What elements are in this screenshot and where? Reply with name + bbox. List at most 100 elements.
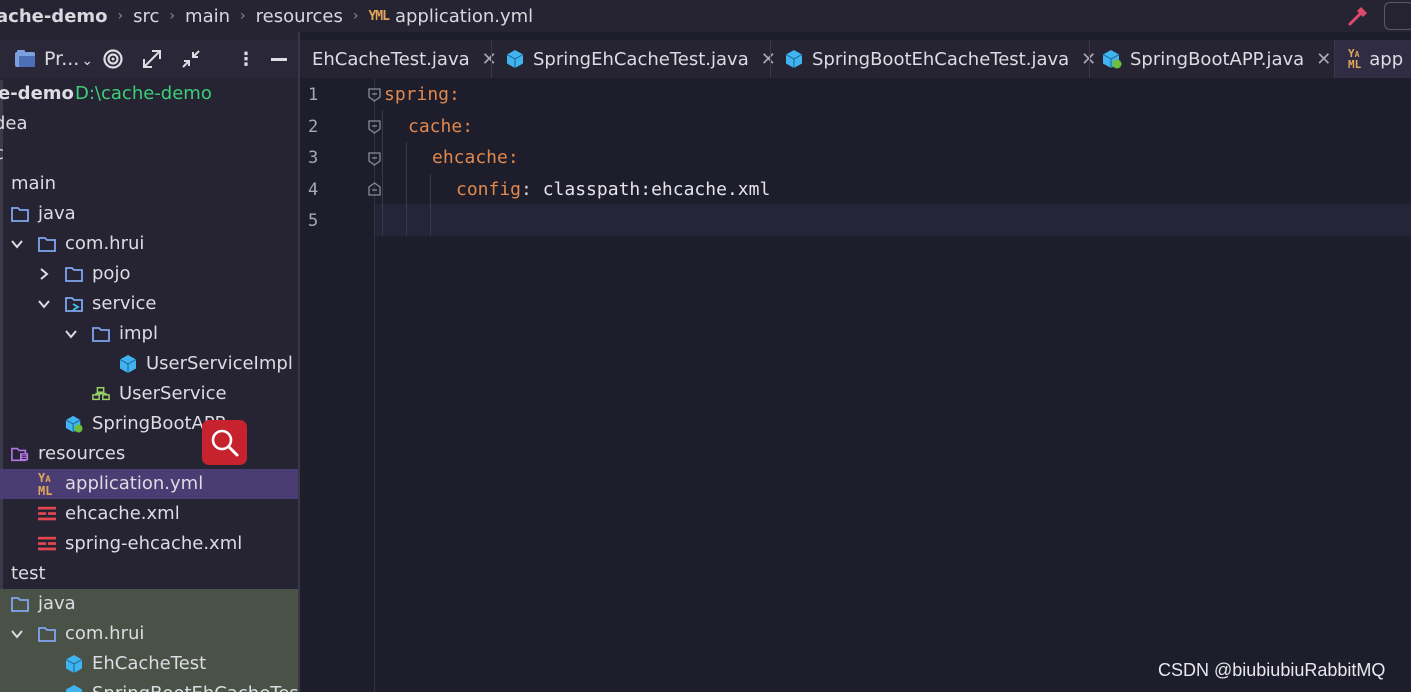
search-icon bbox=[211, 429, 239, 457]
code-line-3[interactable]: ehcache: bbox=[432, 147, 519, 168]
tree-item-userservice[interactable]: UserService bbox=[0, 379, 298, 409]
yaml-file-icon: YA ML bbox=[38, 471, 53, 498]
tree-item-src[interactable]: c bbox=[0, 139, 298, 169]
tab-label: SpringBootEhCacheTest.java bbox=[812, 48, 1070, 70]
tree-item-label: spring-ehcache.xml bbox=[65, 533, 243, 554]
yaml-colon: : bbox=[449, 84, 460, 105]
code-line-1[interactable]: spring: bbox=[384, 84, 460, 105]
tree-item-main[interactable]: main bbox=[0, 169, 298, 199]
tab-application-yml[interactable]: YA ML app bbox=[1335, 40, 1411, 78]
tree-item-label: EhCacheTest bbox=[92, 653, 207, 674]
fold-marker-icon[interactable] bbox=[368, 88, 381, 102]
breadcrumb-item-file[interactable]: YML application.yml bbox=[368, 6, 533, 27]
spring-package-icon bbox=[65, 297, 83, 312]
project-view-label: Pr... bbox=[44, 48, 80, 70]
build-hammer-icon[interactable] bbox=[1346, 4, 1370, 28]
hide-panel-icon[interactable] bbox=[271, 58, 287, 61]
chevron-right-icon[interactable] bbox=[37, 267, 51, 281]
project-view-icon[interactable] bbox=[14, 49, 38, 69]
breadcrumb-item-main[interactable]: main bbox=[185, 6, 230, 27]
expand-all-icon[interactable] bbox=[141, 48, 163, 70]
class-icon bbox=[506, 50, 524, 68]
tree-item-ehcache-xml[interactable]: ehcache.xml bbox=[0, 499, 298, 529]
class-icon bbox=[65, 655, 83, 673]
tree-item-com-hrui[interactable]: com.hrui bbox=[0, 229, 298, 259]
close-icon[interactable]: ✕ bbox=[482, 49, 497, 70]
editor-gutter bbox=[300, 78, 375, 692]
test-folder-icon bbox=[11, 597, 29, 612]
tree-item-impl[interactable]: impl bbox=[0, 319, 298, 349]
tab-separator bbox=[491, 40, 492, 78]
tree-item-userserviceimpl[interactable]: UserServiceImpl bbox=[0, 349, 298, 379]
tree-item-label: test bbox=[11, 563, 46, 584]
locate-target-icon[interactable] bbox=[102, 48, 124, 70]
tree-item-test[interactable]: test bbox=[0, 559, 298, 589]
line-number: 1 bbox=[308, 85, 319, 105]
line-number: 5 bbox=[308, 211, 319, 231]
tab-label: app bbox=[1369, 48, 1404, 70]
tree-item-application-yml[interactable]: YA ML application.yml bbox=[0, 469, 298, 499]
tab-springbootapp[interactable]: SpringBootAPP.java ✕ bbox=[1102, 40, 1331, 78]
tab-springbootehcachetest[interactable]: SpringBootEhCacheTest.java ✕ bbox=[784, 40, 1096, 78]
breadcrumb-item-project[interactable]: ache-demo bbox=[0, 6, 108, 27]
chevron-down-icon[interactable] bbox=[10, 627, 24, 641]
tree-item-label: dea bbox=[0, 113, 28, 134]
tree-item-project-root[interactable]: e-demo D:\cache-demo bbox=[0, 79, 298, 109]
package-icon bbox=[65, 267, 83, 282]
window-control-button[interactable] bbox=[1384, 2, 1411, 30]
yaml-colon: : bbox=[462, 116, 474, 137]
tree-item-spring-ehcache-xml[interactable]: spring-ehcache.xml bbox=[0, 529, 298, 559]
project-panel-toolbar: Pr... ⌄ ⋮ bbox=[0, 40, 298, 78]
line-number: 4 bbox=[308, 180, 319, 200]
tree-item-main-java[interactable]: java bbox=[0, 199, 298, 229]
chevron-down-icon[interactable] bbox=[37, 297, 51, 311]
class-icon bbox=[119, 355, 137, 373]
options-menu-icon[interactable]: ⋮ bbox=[237, 49, 255, 70]
class-icon bbox=[785, 50, 803, 68]
tab-springehcachetest[interactable]: SpringEhCacheTest.java ✕ bbox=[505, 40, 776, 78]
tree-item-resources[interactable]: resources bbox=[0, 439, 298, 469]
code-line-2[interactable]: cache: bbox=[408, 116, 473, 137]
editor-tab-bar: EhCacheTest.java ✕ SpringEhCacheTest.jav… bbox=[300, 40, 1411, 78]
code-line-5[interactable] bbox=[384, 211, 1384, 233]
collapse-all-icon[interactable] bbox=[180, 48, 202, 70]
tree-item-label: e-demo bbox=[0, 83, 74, 104]
chevron-right-icon: › bbox=[240, 8, 246, 24]
tree-item-test-java[interactable]: java bbox=[0, 589, 298, 619]
chevron-down-icon[interactable] bbox=[64, 327, 78, 341]
fold-end-marker-icon[interactable] bbox=[368, 182, 381, 196]
tree-item-label: java bbox=[38, 593, 76, 614]
line-number: 2 bbox=[308, 117, 319, 137]
yaml-colon: : bbox=[507, 147, 519, 168]
breadcrumb-item-src[interactable]: src bbox=[133, 6, 159, 27]
chevron-right-icon: › bbox=[117, 8, 124, 24]
tree-item-idea[interactable]: dea bbox=[0, 109, 298, 139]
fold-marker-icon[interactable] bbox=[368, 120, 381, 134]
chevron-down-icon[interactable] bbox=[10, 237, 24, 251]
tree-item-label: c bbox=[0, 143, 4, 164]
project-view-selector[interactable]: Pr... ⌄ bbox=[44, 48, 93, 70]
interface-icon bbox=[92, 386, 110, 401]
tree-item-ehcachetest[interactable]: EhCacheTest bbox=[0, 649, 298, 679]
spring-class-icon bbox=[1102, 50, 1122, 69]
watermark-text: CSDN @biubiubiuRabbitMQ bbox=[1158, 660, 1386, 680]
tree-item-springbootehcachetest[interactable]: SpringBootEhCacheTest bbox=[0, 679, 298, 692]
code-line-4[interactable]: config: classpath:ehcache.xml bbox=[456, 179, 770, 200]
tree-item-pojo[interactable]: pojo bbox=[0, 259, 298, 289]
floating-search-button[interactable] bbox=[202, 420, 247, 465]
close-icon[interactable]: ✕ bbox=[761, 49, 776, 70]
fold-marker-icon[interactable] bbox=[368, 152, 381, 166]
tree-item-service[interactable]: service bbox=[0, 289, 298, 319]
tree-item-test-com-hrui[interactable]: com.hrui bbox=[0, 619, 298, 649]
yaml-key: config bbox=[456, 179, 522, 200]
xml-file-icon bbox=[38, 506, 56, 521]
tab-ehcachetest[interactable]: EhCacheTest.java ✕ bbox=[312, 40, 497, 78]
close-icon[interactable]: ✕ bbox=[1316, 49, 1331, 70]
yaml-value: classpath:ehcache.xml bbox=[531, 179, 771, 200]
xml-file-icon bbox=[38, 536, 56, 551]
tree-item-springbootapp[interactable]: SpringBootAPP bbox=[0, 409, 298, 439]
breadcrumb-item-resources[interactable]: resources bbox=[256, 6, 343, 27]
package-icon bbox=[92, 327, 110, 342]
tab-label: EhCacheTest.java bbox=[312, 48, 470, 70]
source-folder-icon bbox=[11, 207, 29, 222]
